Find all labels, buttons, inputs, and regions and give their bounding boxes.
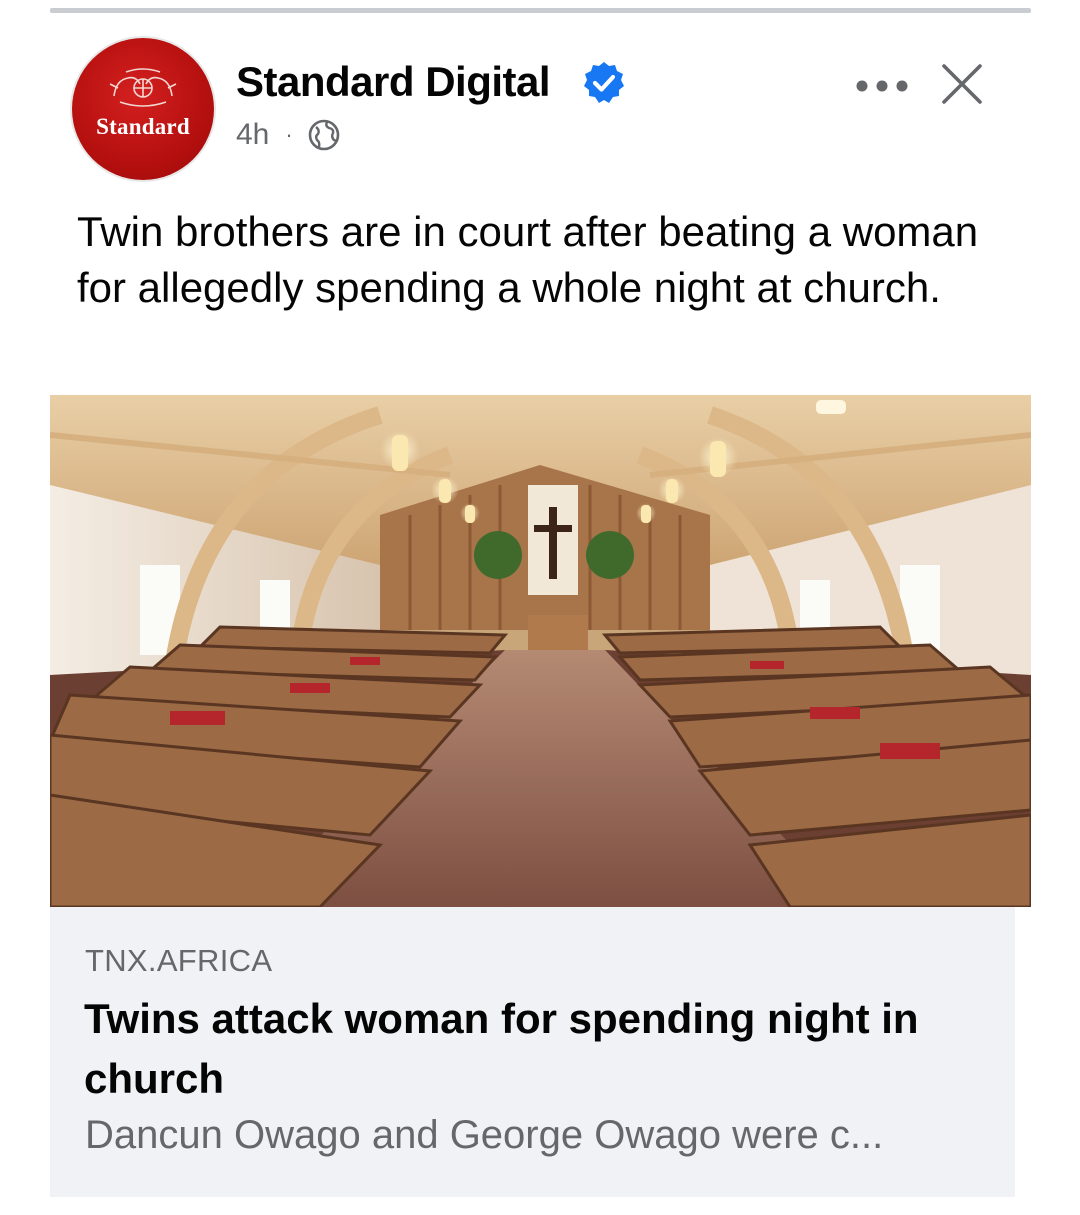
avatar-label: Standard [96,114,190,139]
more-options-icon[interactable] [852,66,912,106]
post-meta: 4h · [236,118,341,152]
close-icon[interactable] [936,58,988,110]
link-title[interactable]: Twins attack woman for spending night in… [84,989,984,1109]
post-time[interactable]: 4h [236,118,269,152]
post-text: Twin brothers are in court after beating… [77,208,979,311]
meta-separator: · [285,122,293,147]
facebook-post: Standard Standard Digital 4h · Twin brot… [0,0,1080,1215]
page-name[interactable]: Standard Digital [236,58,551,106]
verified-badge-icon [584,62,624,103]
crest-logo-icon [109,68,177,107]
avatar[interactable]: Standard [72,38,214,180]
church-interior-image [50,395,1031,907]
post-image[interactable] [50,395,1031,907]
link-preview-card[interactable]: TNX.AFRICA Twins attack woman for spendi… [50,907,1015,1197]
link-description: Dancun Owago and George Owago were c... [85,1113,884,1157]
divider [50,8,1031,13]
globe-icon[interactable] [307,118,341,152]
link-domain: TNX.AFRICA [85,943,273,978]
